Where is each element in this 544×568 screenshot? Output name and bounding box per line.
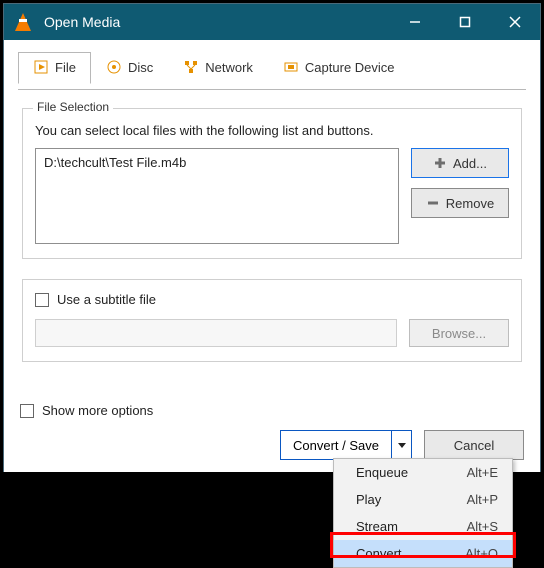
checkbox-icon	[20, 404, 34, 418]
add-button-label: Add...	[453, 156, 487, 171]
menu-item-convert[interactable]: ConvertAlt+O	[334, 540, 512, 567]
open-media-dialog: Open Media File Disc Network Captur	[3, 3, 541, 473]
subtitle-path-input	[35, 319, 397, 347]
tab-file[interactable]: File	[18, 52, 91, 84]
convert-save-label: Convert / Save	[281, 431, 391, 459]
window-title: Open Media	[34, 14, 390, 30]
titlebar[interactable]: Open Media	[4, 4, 540, 40]
tab-capture-label: Capture Device	[305, 60, 395, 75]
tab-capture[interactable]: Capture Device	[268, 52, 410, 84]
browse-button: Browse...	[409, 319, 509, 347]
minus-icon	[426, 196, 440, 210]
close-button[interactable]	[490, 4, 540, 40]
tab-disc[interactable]: Disc	[91, 52, 168, 84]
cancel-button[interactable]: Cancel	[424, 430, 524, 460]
file-selection-note: You can select local files with the foll…	[35, 123, 509, 138]
show-more-options-checkbox[interactable]: Show more options	[4, 403, 540, 418]
network-icon	[183, 59, 199, 75]
convert-save-menu: EnqueueAlt+E PlayAlt+P StreamAlt+S Conve…	[333, 458, 513, 568]
show-more-label: Show more options	[42, 403, 153, 418]
maximize-button[interactable]	[440, 4, 490, 40]
tab-disc-label: Disc	[128, 60, 153, 75]
disc-icon	[106, 59, 122, 75]
play-file-icon	[33, 59, 49, 75]
dropdown-toggle[interactable]	[391, 431, 411, 459]
minimize-button[interactable]	[390, 4, 440, 40]
use-subtitle-label: Use a subtitle file	[57, 292, 156, 307]
file-selection-legend: File Selection	[33, 100, 113, 114]
file-list-item[interactable]: D:\techcult\Test File.m4b	[44, 155, 390, 170]
file-selection-group: File Selection You can select local file…	[22, 108, 522, 259]
tab-network-label: Network	[205, 60, 253, 75]
capture-icon	[283, 59, 299, 75]
remove-button-label: Remove	[446, 196, 494, 211]
tab-network[interactable]: Network	[168, 52, 268, 84]
convert-save-button[interactable]: Convert / Save	[280, 430, 412, 460]
menu-item-play[interactable]: PlayAlt+P	[334, 486, 512, 513]
remove-button[interactable]: Remove	[411, 188, 509, 218]
subtitle-group: Use a subtitle file Browse...	[22, 279, 522, 362]
chevron-down-icon	[397, 440, 407, 450]
add-button[interactable]: Add...	[411, 148, 509, 178]
tab-bar: File Disc Network Capture Device	[4, 40, 540, 84]
use-subtitle-checkbox[interactable]: Use a subtitle file	[35, 292, 509, 307]
plus-icon	[433, 156, 447, 170]
tab-file-label: File	[55, 60, 76, 75]
file-list[interactable]: D:\techcult\Test File.m4b	[35, 148, 399, 244]
checkbox-icon	[35, 293, 49, 307]
app-cone-icon	[12, 11, 34, 33]
menu-item-stream[interactable]: StreamAlt+S	[334, 513, 512, 540]
menu-item-enqueue[interactable]: EnqueueAlt+E	[334, 459, 512, 486]
